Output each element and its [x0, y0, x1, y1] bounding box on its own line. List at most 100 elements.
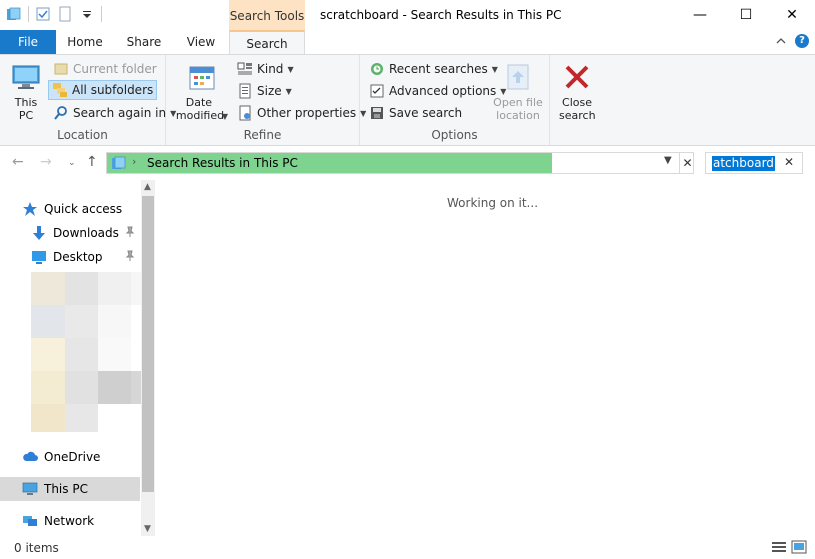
folder-icon — [7, 7, 21, 20]
search-input[interactable]: atchboard — [712, 156, 775, 171]
large-icons-view-icon[interactable] — [791, 540, 807, 554]
options-group: Recent searches ▼ Advanced options ▼ Sav… — [360, 55, 550, 145]
nav-scrollbar-thumb[interactable] — [142, 196, 154, 492]
redacted-block — [31, 305, 65, 338]
tab-search[interactable]: Search — [229, 30, 305, 54]
pin-icon — [125, 226, 135, 237]
search-again-in-label: Search again in — [73, 106, 167, 120]
customize-qat-icon[interactable] — [79, 6, 95, 22]
this-pc-label: This PC — [14, 96, 38, 122]
other-properties-label: Other properties — [257, 106, 357, 120]
details-view-icon[interactable] — [771, 540, 787, 554]
save-search-button[interactable]: Save search — [366, 103, 465, 123]
nav-label: Desktop — [53, 250, 103, 264]
size-button[interactable]: Size ▼ — [234, 81, 295, 101]
size-label: Size — [257, 84, 282, 98]
minimize-button[interactable]: — — [677, 0, 723, 30]
kind-button[interactable]: Kind ▼ — [234, 59, 297, 79]
redacted-block — [65, 272, 98, 305]
nav-item-desktop[interactable]: Desktop — [0, 245, 140, 269]
open-file-location-label: Open file location — [493, 96, 543, 122]
search-status-message: Working on it... — [447, 196, 539, 210]
star-icon — [23, 202, 37, 216]
new-folder-icon[interactable] — [57, 6, 73, 22]
redacted-block — [65, 338, 98, 371]
navigation-pane: Quick access Downloads Desktop OneDrive — [0, 180, 157, 536]
tab-file[interactable]: File — [0, 30, 56, 54]
forward-arrow-icon[interactable]: → — [40, 154, 52, 170]
status-bar: 0 items — [0, 536, 815, 559]
ribbon-tabs: File Home Share View Search ? — [0, 30, 815, 54]
tab-view[interactable]: View — [174, 30, 228, 54]
cloud-icon — [23, 451, 38, 461]
nav-item-downloads[interactable]: Downloads — [0, 221, 140, 245]
scroll-down-icon[interactable]: ▼ — [144, 524, 151, 534]
this-pc-button[interactable]: This PC — [6, 61, 46, 122]
location-group-label: Location — [57, 128, 108, 142]
nav-item-network[interactable]: Network — [0, 509, 140, 533]
search-results-icon — [112, 156, 126, 169]
tab-share[interactable]: Share — [114, 30, 174, 54]
open-file-location-icon — [507, 64, 529, 90]
address-bar[interactable]: › Search Results in This PC ▼ ✕ — [106, 152, 694, 174]
redacted-block — [31, 338, 65, 371]
refine-group-label: Refine — [243, 128, 282, 142]
redacted-block — [31, 404, 65, 432]
tab-home[interactable]: Home — [56, 30, 114, 54]
recent-searches-button[interactable]: Recent searches ▼ — [366, 59, 501, 79]
search-again-in-button[interactable]: Search again in ▼ — [50, 103, 179, 123]
close-group: Close search — [550, 55, 604, 145]
redacted-block — [98, 305, 131, 338]
recent-locations-icon[interactable]: ⌄ — [68, 158, 76, 168]
breadcrumb-chevron-icon[interactable]: › — [132, 155, 136, 168]
up-arrow-icon[interactable]: ↑ — [86, 154, 98, 170]
qat-separator — [28, 6, 29, 22]
redacted-block — [31, 371, 65, 404]
current-folder-button[interactable]: Current folder — [50, 59, 160, 79]
stop-search-icon[interactable]: ✕ — [679, 153, 695, 173]
search-box[interactable]: atchboard ✕ — [705, 152, 803, 174]
ribbon: This PC Current folder All subfolders Se… — [0, 54, 815, 146]
redacted-block — [131, 272, 141, 305]
maximize-button[interactable]: ☐ — [723, 0, 769, 30]
clear-search-icon[interactable]: ✕ — [784, 155, 794, 169]
open-file-location-button[interactable]: Open file location — [488, 61, 548, 122]
search-icon — [54, 106, 67, 120]
computer-icon — [22, 482, 38, 495]
close-red-x-icon — [565, 65, 589, 89]
current-folder-label: Current folder — [73, 62, 157, 76]
recent-searches-icon — [371, 63, 383, 75]
address-row: ← → ⌄ ↑ › Search Results in This PC ▼ ✕ … — [0, 148, 815, 178]
close-button[interactable]: ✕ — [769, 0, 815, 30]
size-icon — [239, 83, 251, 99]
nav-item-this-pc[interactable]: This PC — [0, 477, 140, 501]
title-bar: Search Tools scratchboard - Search Resul… — [0, 0, 815, 30]
chevron-up-icon[interactable] — [775, 35, 787, 47]
date-modified-button[interactable]: Date modified▼ — [172, 61, 232, 123]
all-subfolders-button[interactable]: All subfolders — [48, 80, 158, 100]
nav-item-quick-access[interactable]: Quick access — [0, 197, 140, 221]
redacted-block — [65, 371, 98, 404]
properties-icon[interactable] — [35, 6, 51, 22]
nav-label: Quick access — [44, 202, 123, 216]
help-icon[interactable]: ? — [795, 34, 809, 48]
address-path: Search Results in This PC — [147, 156, 298, 170]
network-icon — [23, 516, 37, 526]
nav-scrollbar[interactable]: ▲ ▼ — [141, 180, 155, 536]
back-arrow-icon[interactable]: ← — [12, 154, 24, 170]
scroll-up-icon[interactable]: ▲ — [144, 182, 151, 192]
dropdown-caret-icon: ▼ — [285, 86, 292, 96]
nav-item-onedrive[interactable]: OneDrive — [0, 445, 140, 469]
date-modified-label: Date modified — [175, 96, 225, 122]
save-icon — [371, 107, 383, 119]
advanced-options-label: Advanced options — [389, 84, 497, 98]
redacted-block — [65, 404, 98, 432]
search-tools-header: Search Tools — [229, 0, 305, 30]
chevron-down-icon[interactable]: ▼ — [664, 155, 672, 166]
advanced-options-icon — [370, 84, 384, 98]
other-properties-button[interactable]: Other properties ▼ — [234, 103, 369, 123]
quick-access-toolbar — [6, 6, 102, 22]
file-list-area[interactable]: Working on it... — [157, 180, 815, 536]
close-search-button[interactable]: Close search — [554, 61, 600, 122]
close-search-label: Close search — [559, 96, 596, 122]
